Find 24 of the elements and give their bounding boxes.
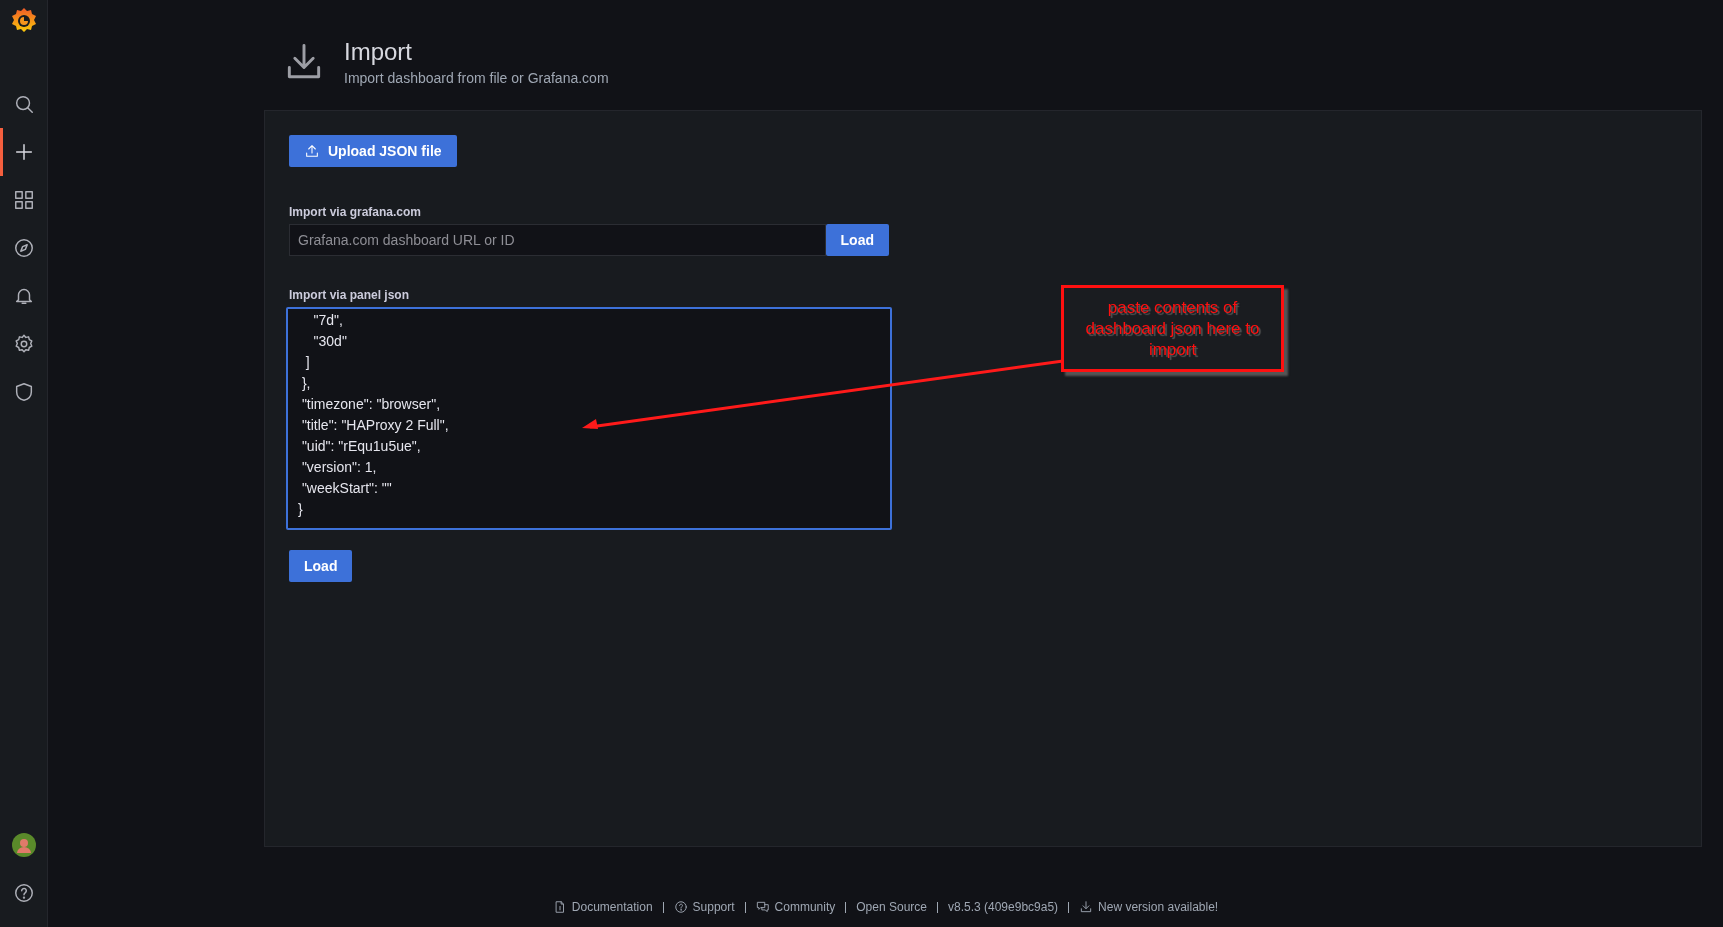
help-icon <box>673 900 688 914</box>
footer-link[interactable]: Support <box>673 900 735 914</box>
json-field[interactable]: "7d", "30d" ] }, "timezone": "browser", "title": "HAProxy 2 Full", "uid": "rEqu1u5ue", "version": 1, "weekStart": "" } <box>286 307 892 530</box>
avatar-icon[interactable] <box>11 833 36 857</box>
field-label: Import via panel json <box>289 288 411 302</box>
grid-icon <box>12 189 35 211</box>
load-button[interactable]: Load <box>825 224 889 256</box>
annotation-note: paste contents of dashboard json here to import <box>1061 285 1284 372</box>
footer-link[interactable]: v8.5.3 (409e9bc9a5) <box>948 900 1059 914</box>
page-title: Import <box>344 37 413 66</box>
upload-icon <box>304 143 320 159</box>
page-subtitle: Import dashboard from file or Grafana.com <box>344 69 609 86</box>
load-button[interactable]: Load <box>289 550 353 582</box>
compass-icon <box>12 237 35 259</box>
field-label: Import via grafana.com <box>289 205 423 219</box>
chat-icon <box>755 900 770 914</box>
footer-link[interactable]: Documentation <box>552 900 653 914</box>
download-icon <box>1079 900 1094 914</box>
footer-link[interactable]: New version available! <box>1079 900 1219 914</box>
footer-link[interactable]: Community <box>755 900 836 914</box>
url-field[interactable]: Grafana.com dashboard URL or ID <box>289 224 826 256</box>
footer-link[interactable]: Open Source <box>856 900 927 914</box>
upload-button[interactable]: Upload JSON file <box>289 135 457 167</box>
help-icon <box>12 882 35 904</box>
